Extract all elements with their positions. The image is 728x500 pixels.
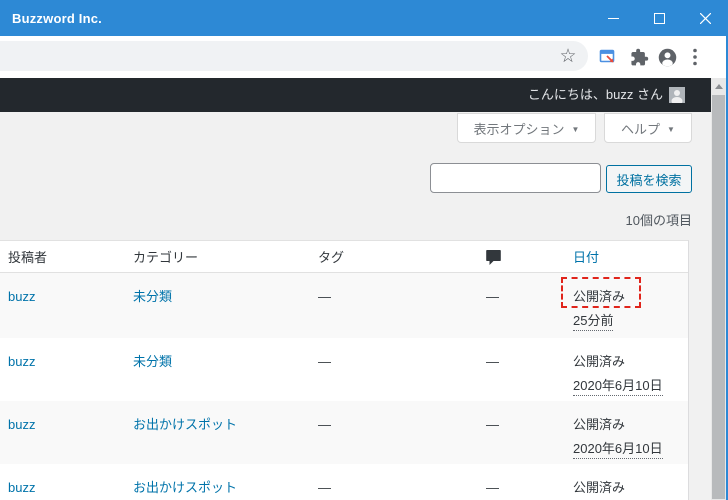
post-status: 公開済み — [573, 417, 626, 432]
column-header-author: 投稿者 — [8, 250, 48, 265]
screen-options-label: 表示オプション — [473, 121, 565, 137]
category-link[interactable]: 未分類 — [133, 289, 172, 304]
posts-table: 投稿者 カテゴリー タグ 日付 buzz 未分類 — — 公開済み 25分前 b… — [0, 240, 689, 500]
tags-value: — — [318, 289, 331, 304]
avatar-person-glyph — [669, 87, 685, 103]
capture-extension-icon[interactable] — [595, 44, 621, 70]
table-row: buzz 未分類 — — 公開済み 25分前 — [0, 273, 688, 338]
table-row: buzz お出かけスポット — — 公開済み 2020年6月9日 — [0, 464, 688, 500]
titlebar: Buzzword Inc. — [0, 0, 728, 36]
comments-value: — — [486, 480, 499, 495]
chevron-down-icon: ▼ — [571, 124, 580, 134]
comments-value: — — [486, 289, 499, 304]
scrollbar-thumb[interactable] — [712, 95, 725, 499]
close-icon — [699, 12, 711, 24]
wp-admin-bar: こんにちは、buzz さん — [0, 78, 711, 112]
search-posts-label: 投稿を検索 — [616, 172, 682, 188]
post-search-input[interactable] — [430, 163, 601, 193]
browser-window: Buzzword Inc. ☆ こんにちは、buzz さん 表示オプション ▼ … — [0, 0, 728, 500]
author-link[interactable]: buzz — [8, 480, 35, 495]
category-link[interactable]: 未分類 — [133, 354, 172, 369]
chevron-down-icon: ▼ — [667, 124, 675, 134]
category-link[interactable]: お出かけスポット — [133, 480, 237, 495]
comment-bubble-icon[interactable] — [486, 249, 501, 265]
table-header-row: 投稿者 カテゴリー タグ 日付 — [0, 241, 688, 273]
post-status: 公開済み — [573, 480, 626, 495]
maximize-button[interactable] — [636, 0, 682, 36]
comments-value: — — [486, 417, 499, 432]
author-link[interactable]: buzz — [8, 289, 35, 304]
puzzle-glyph — [630, 48, 648, 65]
maximize-icon — [653, 12, 665, 24]
vertical-dots-glyph — [693, 48, 697, 66]
date-cell: 公開済み 2020年6月9日 — [573, 478, 655, 500]
wp-page-content: 表示オプション ▼ ヘルプ ▼ 投稿を検索 10個の項目 投稿者 カテゴリー タ… — [0, 112, 711, 500]
address-bar[interactable] — [0, 41, 588, 71]
admin-greeting-link[interactable]: こんにちは、buzz さん — [528, 78, 663, 112]
column-header-tags: タグ — [318, 250, 345, 265]
scroll-up-arrow[interactable] — [711, 78, 726, 94]
date-cell: 公開済み 2020年6月10日 — [573, 352, 663, 396]
post-date: 25分前 — [573, 311, 614, 331]
items-count: 10個の項目 — [625, 213, 692, 228]
help-label: ヘルプ — [621, 121, 661, 137]
table-row: buzz 未分類 — — 公開済み 2020年6月10日 — [0, 338, 688, 401]
minimize-button[interactable] — [590, 0, 636, 36]
comment-bubble-glyph — [486, 250, 501, 265]
author-link[interactable]: buzz — [8, 417, 35, 432]
screen-options-button[interactable]: 表示オプション ▼ — [457, 113, 596, 143]
extensions-puzzle-icon[interactable] — [626, 44, 652, 70]
close-button[interactable] — [682, 0, 728, 36]
bookmark-star-icon[interactable]: ☆ — [555, 43, 581, 69]
browser-menu-icon[interactable] — [682, 44, 708, 70]
window-controls — [590, 0, 728, 36]
tags-value: — — [318, 417, 331, 432]
post-date: 2020年6月10日 — [573, 376, 663, 396]
profile-icon[interactable] — [654, 44, 680, 70]
tags-value: — — [318, 480, 331, 495]
post-status: 公開済み — [573, 354, 626, 369]
column-header-date-sort[interactable]: 日付 — [573, 241, 599, 273]
search-posts-button[interactable]: 投稿を検索 — [606, 165, 692, 193]
window-title: Buzzword Inc. — [12, 11, 102, 26]
author-link[interactable]: buzz — [8, 354, 35, 369]
minimize-icon — [607, 17, 619, 19]
post-date: 2020年6月10日 — [573, 439, 663, 459]
avatar[interactable] — [669, 87, 685, 103]
date-cell: 公開済み 2020年6月10日 — [573, 415, 663, 459]
tags-value: — — [318, 354, 331, 369]
date-cell: 公開済み 25分前 — [573, 287, 625, 331]
column-header-category: カテゴリー — [133, 250, 199, 265]
comments-value: — — [486, 354, 499, 369]
category-link[interactable]: お出かけスポット — [133, 417, 237, 432]
post-status: 公開済み — [573, 289, 626, 304]
help-button[interactable]: ヘルプ ▼ — [604, 113, 692, 143]
table-row: buzz お出かけスポット — — 公開済み 2020年6月10日 — [0, 401, 688, 464]
up-triangle-icon — [714, 83, 723, 89]
profile-glyph — [658, 48, 676, 66]
capture-extension-glyph — [599, 49, 615, 63]
browser-toolbar: ☆ — [0, 36, 728, 78]
vertical-scrollbar[interactable] — [711, 78, 726, 500]
